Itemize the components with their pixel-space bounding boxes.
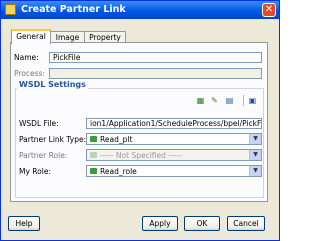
- partner-role-select: ----- Not Specified ----- ▼: [86, 149, 262, 161]
- name-label: Name:: [14, 53, 39, 62]
- partner-role-label: Partner Role:: [19, 151, 68, 160]
- dialog-title: Create Partner Link: [21, 4, 126, 15]
- my-role-select[interactable]: Read_role ▼: [86, 165, 262, 177]
- define-adapter-icon[interactable]: ▤: [224, 95, 235, 106]
- ok-button[interactable]: OK: [184, 216, 220, 231]
- browse-wsdl-icon[interactable]: ▦: [195, 95, 206, 106]
- toolbar-separator: [243, 95, 244, 106]
- partner-role-value: ----- Not Specified -----: [100, 151, 182, 160]
- help-button[interactable]: Help: [8, 216, 40, 231]
- my-role-label: My Role:: [19, 167, 51, 176]
- app-icon: [5, 4, 16, 15]
- tab-general[interactable]: General: [11, 29, 51, 44]
- general-panel: Name: PickFile Process: WSDL Settings ▦ …: [10, 42, 268, 202]
- role-icon: [90, 168, 97, 174]
- chevron-down-icon[interactable]: ▼: [249, 166, 261, 176]
- close-icon: ✕: [264, 4, 274, 15]
- process-field: [49, 68, 262, 79]
- my-role-value: Read_role: [100, 167, 137, 176]
- role-icon: [90, 152, 97, 158]
- partner-link-type-select[interactable]: Read_plt ▼: [86, 133, 262, 145]
- wsdl-settings-title: WSDL Settings: [17, 80, 88, 89]
- wsdl-file-label: WSDL File:: [19, 119, 59, 128]
- title-bar[interactable]: Create Partner Link ✕: [1, 1, 279, 19]
- wsdl-file-field[interactable]: ion1/Application1/ScheduleProcess/bpel/P…: [86, 118, 262, 129]
- partner-link-type-value: Read_plt: [100, 135, 133, 144]
- partner-link-type-label: Partner Link Type:: [19, 135, 87, 144]
- close-button[interactable]: ✕: [262, 3, 276, 17]
- chevron-down-icon[interactable]: ▼: [249, 134, 261, 144]
- name-field[interactable]: PickFile: [49, 52, 262, 63]
- process-label: Process:: [14, 69, 45, 78]
- cancel-button[interactable]: Cancel: [227, 216, 265, 231]
- dialog-window: Create Partner Link ✕ General Image Prop…: [0, 0, 280, 241]
- chevron-down-icon: ▼: [249, 150, 261, 160]
- wsdl-edit-icon[interactable]: ▣: [247, 95, 258, 106]
- link-type-icon: [90, 136, 97, 142]
- service-explorer-icon[interactable]: ✎: [209, 95, 220, 106]
- apply-button[interactable]: Apply: [142, 216, 178, 231]
